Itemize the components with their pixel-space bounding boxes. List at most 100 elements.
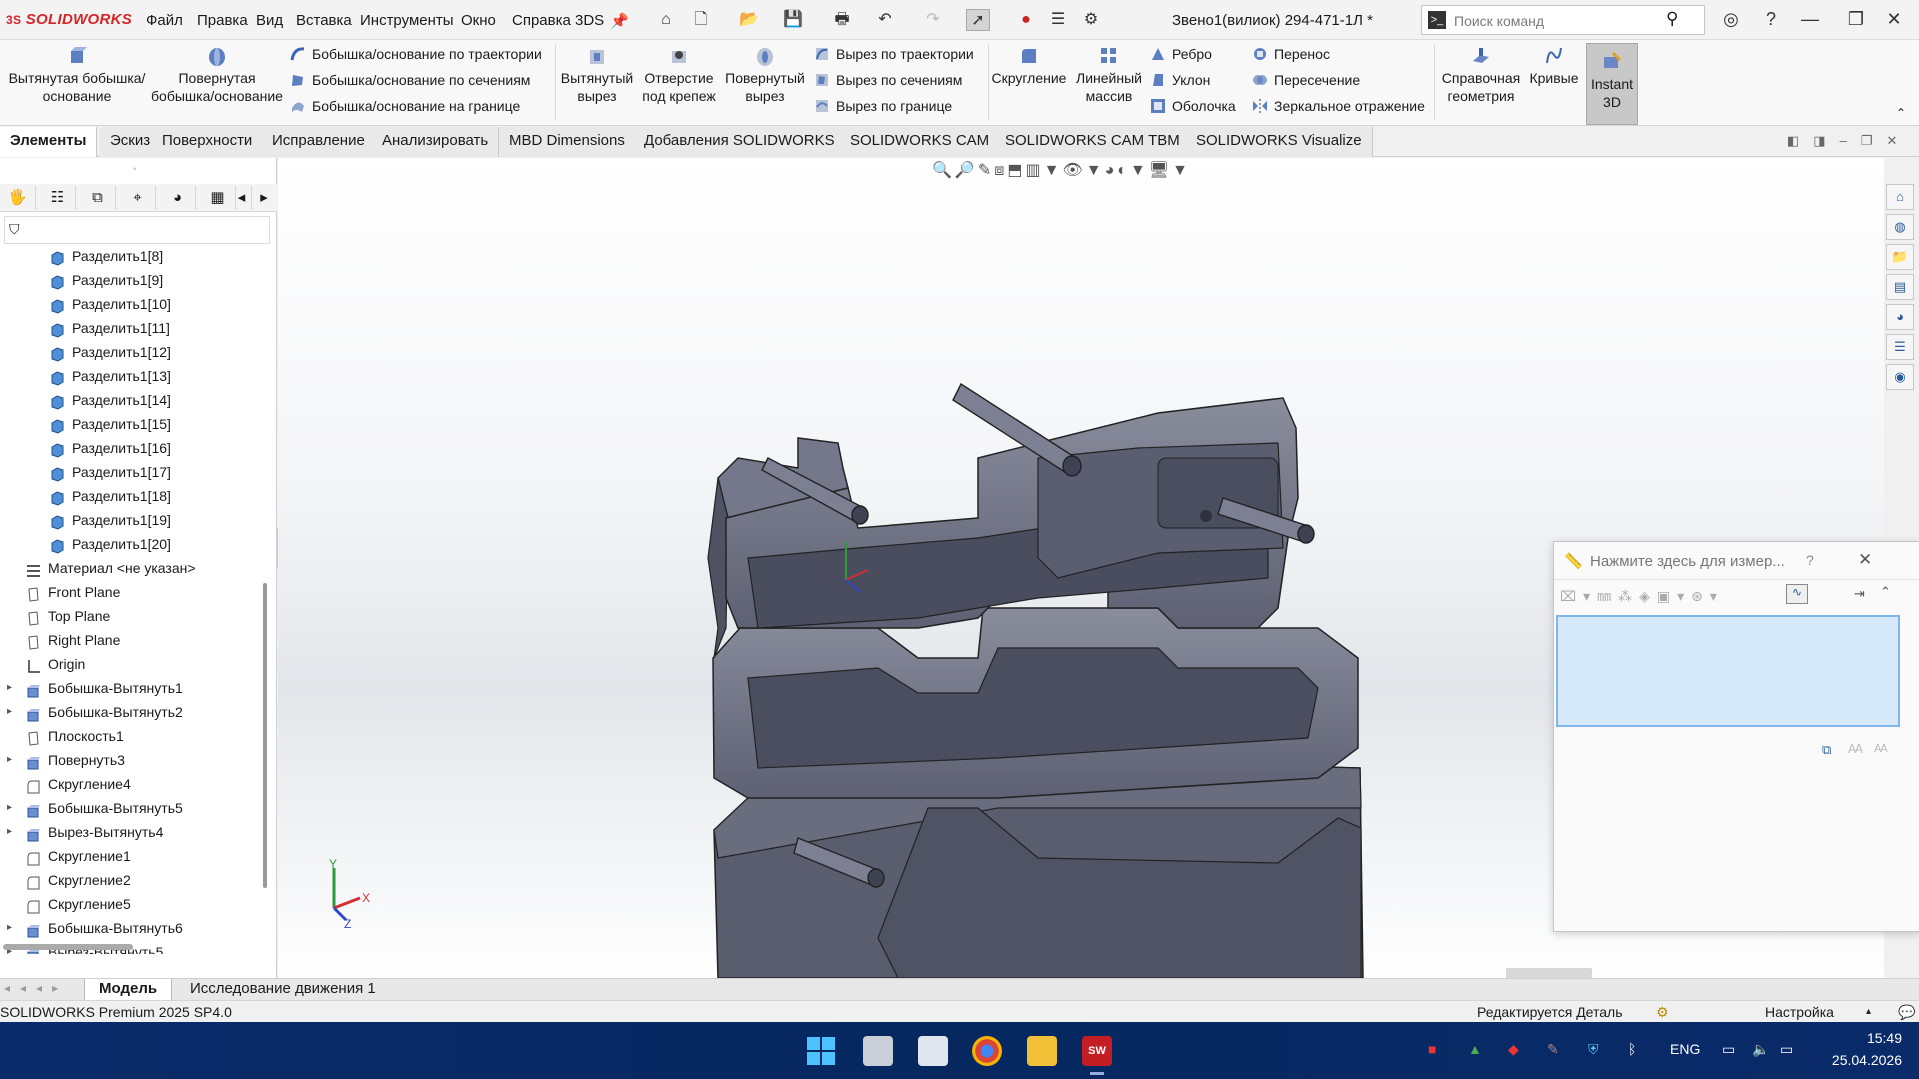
tree-item[interactable]: Разделить1[15] (0, 412, 266, 436)
cam-tree-tab-icon[interactable]: ▦ (200, 186, 236, 210)
measure-pin-icon[interactable]: ⇥ (1854, 586, 1865, 602)
tree-item[interactable]: Top Plane (0, 604, 266, 628)
tab-8[interactable]: SOLIDWORKS CAM TBM (995, 127, 1191, 157)
revolve-boss-button[interactable]: Повернутая бобышка/основание (148, 45, 286, 105)
extrude-boss-button[interactable]: Вытянутая бобышка/основание (6, 45, 148, 105)
close-icon[interactable]: ✕ (1881, 9, 1907, 30)
measure-selection-box[interactable] (1556, 615, 1900, 727)
tree-item[interactable]: Разделить1[8] (0, 244, 266, 268)
tree-item[interactable]: ▸ Бобышка-Вытянуть5 (0, 796, 266, 820)
3dexperience-tab-icon[interactable]: ◍ (1886, 214, 1914, 240)
tab-scroll-arrows[interactable]: ◂◂◂▸ (4, 981, 68, 995)
tab-5[interactable]: MBD Dimensions (499, 127, 636, 157)
intersect-button[interactable]: Пересечение (1252, 69, 1360, 91)
save-icon[interactable]: 💾 (781, 9, 805, 31)
tree-item[interactable]: Скругление1 (0, 844, 266, 868)
expand-arrow-icon[interactable]: ▸ (7, 796, 12, 820)
linear-pattern-button[interactable]: Линейный массив (1070, 45, 1148, 105)
measure-history-icon[interactable]: ∿ (1786, 584, 1808, 604)
menu-1[interactable]: Правка (197, 12, 248, 29)
tree-item[interactable]: Скругление4 (0, 772, 266, 796)
tree-item[interactable]: Разделить1[12] (0, 340, 266, 364)
file-explorer-icon[interactable] (1027, 1036, 1057, 1066)
bluetooth-icon[interactable]: ᛒ (1628, 1041, 1636, 1057)
tree-item[interactable]: Origin (0, 652, 266, 676)
reference-geometry-button[interactable]: Справочная геометрия (1436, 45, 1526, 105)
boundary-boss-button[interactable]: Бобышка/основание на границе (290, 95, 520, 117)
file-properties-icon[interactable]: ☰ (1046, 9, 1070, 31)
menu-6[interactable]: Справка 3DS (512, 12, 604, 29)
pin-menu-icon[interactable]: 📌 (610, 12, 629, 30)
new-file-icon[interactable]: 🗋 (689, 9, 713, 31)
tree-item[interactable]: ▸ Бобышка-Вытянуть1 (0, 676, 266, 700)
configuration-manager-tab-icon[interactable]: ⧉ (80, 186, 116, 210)
restore-icon[interactable]: ❐ (1843, 9, 1869, 30)
tree-item[interactable]: Разделить1[14] (0, 388, 266, 412)
hole-wizard-button[interactable]: Отверстие под крепеж (636, 45, 722, 105)
design-library-tab-icon[interactable]: 📁 (1886, 244, 1914, 270)
menu-3[interactable]: Вставка (296, 12, 352, 29)
options-gear-icon[interactable]: ⚙ (1079, 9, 1103, 31)
redo-icon[interactable]: ↷ (921, 9, 945, 31)
tree-item[interactable]: Разделить1[19] (0, 508, 266, 532)
open-file-icon[interactable]: 📂 (737, 9, 761, 31)
battery-icon[interactable]: ▭ (1780, 1041, 1793, 1058)
tree-item[interactable]: Разделить1[16] (0, 436, 266, 460)
measure-font-larger-icon[interactable]: Ꜳ (1848, 742, 1863, 756)
instant3d-button[interactable]: Instant 3D (1586, 43, 1638, 125)
volume-icon[interactable]: 🔈 (1752, 1041, 1769, 1058)
loft-boss-button[interactable]: Бобышка/основание по сечениям (290, 69, 530, 91)
notepad-icon[interactable] (918, 1036, 948, 1066)
expand-arrow-icon[interactable]: ▸ (7, 916, 12, 940)
user-icon[interactable]: ◎ (1718, 9, 1744, 30)
expand-arrow-icon[interactable]: ▸ (7, 820, 12, 844)
tree-item[interactable]: Right Plane (0, 628, 266, 652)
tree-filter-input[interactable]: ⛉ (4, 216, 270, 244)
measure-font-smaller-icon[interactable]: Ꜳ (1874, 742, 1888, 755)
tree-horizontal-scrollbar[interactable] (3, 944, 133, 950)
revolve-cut-button[interactable]: Повернутый вырез (722, 45, 808, 105)
tab-4[interactable]: Анализировать (372, 127, 500, 157)
display-manager-tab-icon[interactable]: ◕ (160, 186, 196, 210)
expand-arrow-icon[interactable]: ▸ (7, 700, 12, 724)
shell-button[interactable]: Оболочка (1150, 95, 1236, 117)
tree-item[interactable]: Разделить1[9] (0, 268, 266, 292)
help-icon[interactable]: ? (1758, 9, 1784, 30)
clock-time[interactable]: 15:49 (1822, 1030, 1902, 1046)
curves-button[interactable]: Кривые (1526, 45, 1582, 87)
sweep-boss-button[interactable]: Бобышка/основание по траектории (290, 43, 542, 65)
rebuild-status-icon[interactable]: ⚙ (1656, 1001, 1669, 1023)
extrude-cut-button[interactable]: Вытянутый вырез (558, 45, 636, 105)
task-view-icon[interactable] (863, 1036, 893, 1066)
solidworks-taskbar-icon[interactable]: SW (1082, 1036, 1112, 1066)
menu-5[interactable]: Окно (461, 12, 496, 29)
tree-item[interactable]: Разделить1[11] (0, 316, 266, 340)
tree-item[interactable]: Скругление2 (0, 868, 266, 892)
measure-collapse-icon[interactable]: ⌃ (1880, 584, 1891, 600)
file-explorer-tab-icon[interactable]: ▤ (1886, 274, 1914, 300)
feature-tree-tab-icon[interactable]: 🖐 (0, 186, 36, 210)
tree-item[interactable]: Разделить1[13] (0, 364, 266, 388)
measure-toolbar[interactable]: ⌧▾㎜⁂◈▣▾⊛▾ (1560, 586, 1724, 610)
tab-0[interactable]: Элементы (0, 127, 98, 157)
google-drive-icon[interactable]: ▲ (1468, 1041, 1482, 1057)
tray-red-icon[interactable]: ■ (1428, 1041, 1436, 1057)
wrap-button[interactable]: Перенос (1252, 43, 1330, 65)
status-up-icon[interactable]: ▴ (1866, 1001, 1871, 1023)
property-manager-tab-icon[interactable]: ☷ (40, 186, 76, 210)
measure-header[interactable]: 📏 Нажмите здесь для измер... ? ✕ (1554, 542, 1919, 580)
tab-6[interactable]: Добавления SOLIDWORKS (634, 127, 846, 157)
chrome-icon[interactable] (972, 1036, 1002, 1066)
sweep-cut-button[interactable]: Вырез по траектории (814, 43, 974, 65)
dimxpert-tab-icon[interactable]: ⌖ (120, 186, 156, 210)
status-chat-icon[interactable]: 💬 (1898, 1001, 1915, 1023)
tab-7[interactable]: SOLIDWORKS CAM (840, 127, 1001, 157)
tree-item[interactable]: Разделить1[10] (0, 292, 266, 316)
heads-up-view-toolbar[interactable]: 🔍🔎✎⧈⬒▥▼👁▼◕◐▼🖥▼ (932, 160, 1191, 184)
mirror-button[interactable]: Зеркальное отражение (1252, 95, 1425, 117)
expand-arrow-icon[interactable]: ▸ (7, 676, 12, 700)
loft-cut-button[interactable]: Вырез по сечениям (814, 69, 962, 91)
tree-item[interactable]: Разделить1[18] (0, 484, 266, 508)
minimize-icon[interactable]: — (1797, 9, 1823, 30)
print-icon[interactable]: 🖶 (830, 9, 854, 31)
